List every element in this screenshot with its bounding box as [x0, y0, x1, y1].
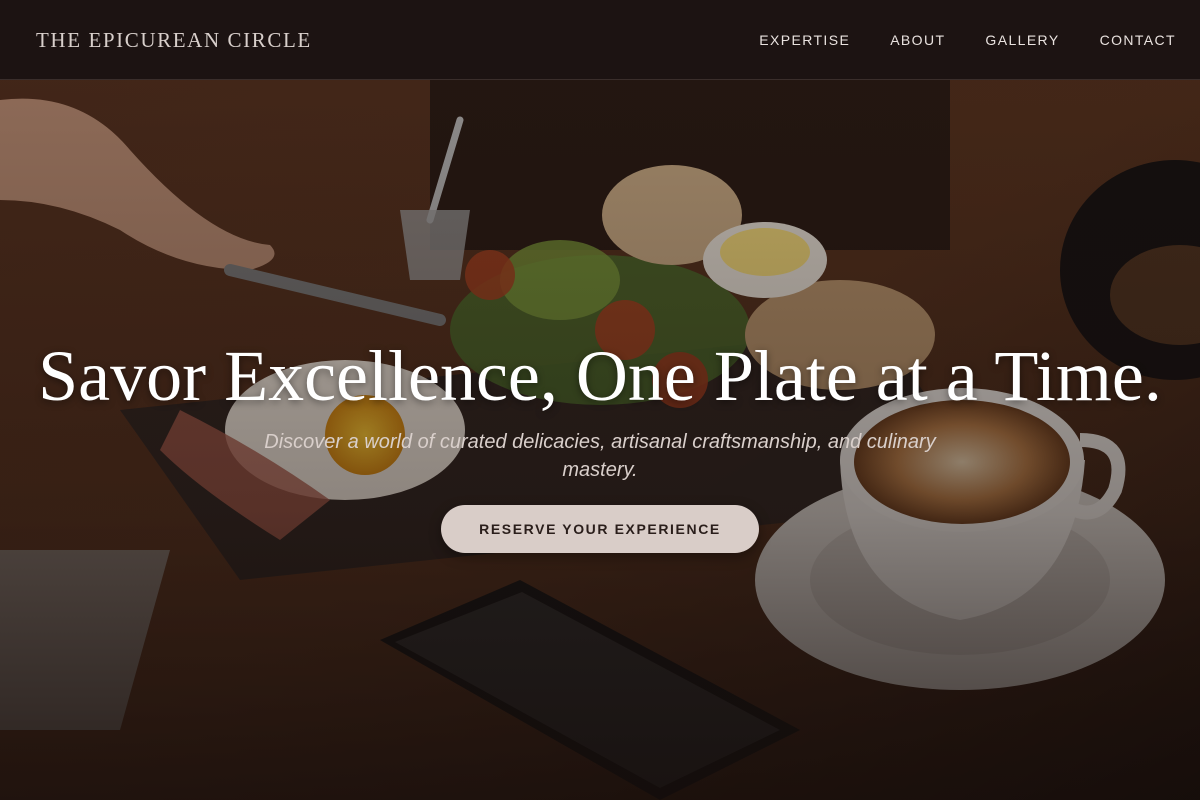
hero-subtitle: Discover a world of curated delicacies, … [264, 431, 936, 481]
hero-title: Savor Excellence, One Plate at a Time. [38, 336, 1162, 416]
nav-link-expertise[interactable]: EXPERTISE [759, 32, 850, 48]
nav-link-gallery[interactable]: GALLERY [985, 32, 1059, 48]
main-nav: EXPERTISE ABOUT GALLERY CONTACT [719, 0, 1176, 80]
brand-logo-text[interactable]: THE EPICUREAN CIRCLE [36, 0, 312, 80]
hero-section: Savor Excellence, One Plate at a Time. D… [0, 80, 1200, 800]
reserve-button[interactable]: RESERVE YOUR EXPERIENCE [441, 505, 759, 553]
site-header: THE EPICUREAN CIRCLE EXPERTISE ABOUT GAL… [0, 0, 1200, 80]
nav-link-about[interactable]: ABOUT [890, 32, 945, 48]
nav-link-contact[interactable]: CONTACT [1100, 32, 1176, 48]
